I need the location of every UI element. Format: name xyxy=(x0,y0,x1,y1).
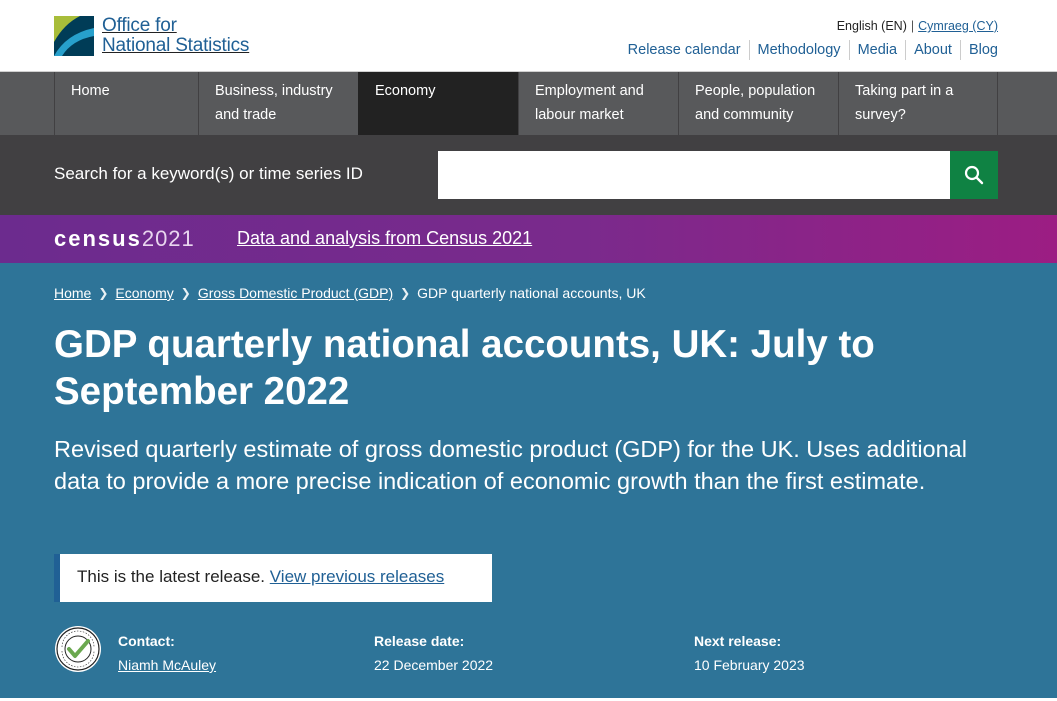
release-date-meta: Release date: 22 December 2022 xyxy=(374,629,493,677)
search-icon xyxy=(964,165,984,185)
secondary-nav: Release calendar Methodology Media About… xyxy=(620,40,998,60)
page-description: Revised quarterly estimate of gross dome… xyxy=(54,436,967,494)
census-data-link[interactable]: Data and analysis from Census 2021 xyxy=(237,228,532,249)
lang-separator: | xyxy=(910,19,915,33)
nav-methodology[interactable]: Methodology xyxy=(748,40,849,60)
primary-nav-home[interactable]: Home xyxy=(54,72,198,135)
census-logo-word: census xyxy=(54,226,142,251)
primary-nav-employment[interactable]: Employment and labour market xyxy=(518,72,678,135)
ons-logo[interactable]: Office for National Statistics xyxy=(54,16,249,56)
primary-nav-people[interactable]: People, population and community xyxy=(678,72,838,135)
next-release-value: 10 February 2023 xyxy=(694,657,805,673)
primary-nav-survey[interactable]: Taking part in a survey? xyxy=(838,72,998,135)
breadcrumb-home[interactable]: Home xyxy=(54,285,91,301)
search-label: Search for a keyword(s) or time series I… xyxy=(54,164,363,183)
page-title: GDP quarterly national accounts, UK: Jul… xyxy=(54,323,875,413)
release-date-label: Release date: xyxy=(374,633,465,649)
primary-nav: Home Business, industry and trade Econom… xyxy=(0,72,1057,135)
nav-media[interactable]: Media xyxy=(848,40,906,60)
logo-line-2: National Statistics xyxy=(102,35,250,56)
breadcrumb-current: GDP quarterly national accounts, UK xyxy=(417,285,646,301)
ons-logo-icon xyxy=(54,16,94,56)
site-header: Office for National Statistics English (… xyxy=(0,0,1057,72)
breadcrumb-gdp[interactable]: Gross Domestic Product (GDP) xyxy=(198,285,393,301)
chevron-right-icon: ❯ xyxy=(98,286,109,300)
release-hero: Home ❯ Economy ❯ Gross Domestic Product … xyxy=(0,263,1057,698)
latest-release-text: This is the latest release. xyxy=(77,567,266,586)
view-previous-releases-link[interactable]: View previous releases xyxy=(270,567,445,586)
search-band: Search for a keyword(s) or time series I… xyxy=(0,135,1057,215)
search-input[interactable] xyxy=(438,151,950,199)
primary-nav-economy[interactable]: Economy xyxy=(358,72,518,135)
census-logo-year: 2021 xyxy=(141,226,195,251)
nav-release-calendar[interactable]: Release calendar xyxy=(620,40,749,60)
nav-about[interactable]: About xyxy=(905,40,960,60)
contact-label: Contact: xyxy=(118,633,175,649)
national-statistics-badge-icon xyxy=(55,626,101,672)
contact-meta: Contact: Niamh McAuley xyxy=(118,629,216,677)
breadcrumb-economy[interactable]: Economy xyxy=(115,285,173,301)
nav-blog[interactable]: Blog xyxy=(959,40,998,60)
logo-text: Office for National Statistics xyxy=(102,16,249,56)
chevron-right-icon: ❯ xyxy=(400,286,411,300)
chevron-right-icon: ❯ xyxy=(180,286,191,300)
search-button[interactable] xyxy=(950,151,998,199)
lang-welsh-link[interactable]: Cymraeg (CY) xyxy=(918,19,998,33)
census-logo: census2021 xyxy=(54,226,195,252)
contact-link[interactable]: Niamh McAuley xyxy=(118,657,216,673)
census-banner: census2021 Data and analysis from Census… xyxy=(0,215,1057,263)
language-switcher: English (EN) | Cymraeg (CY) xyxy=(837,19,998,33)
next-release-label: Next release: xyxy=(694,633,782,649)
next-release-meta: Next release: 10 February 2023 xyxy=(694,629,805,677)
breadcrumb: Home ❯ Economy ❯ Gross Domestic Product … xyxy=(54,285,646,301)
lang-current: English (EN) xyxy=(836,19,907,33)
logo-line-1: Office for xyxy=(102,15,177,36)
latest-release-notice: This is the latest release. View previou… xyxy=(54,554,492,602)
release-date-value: 22 December 2022 xyxy=(374,657,494,673)
primary-nav-business[interactable]: Business, industry and trade xyxy=(198,72,358,135)
